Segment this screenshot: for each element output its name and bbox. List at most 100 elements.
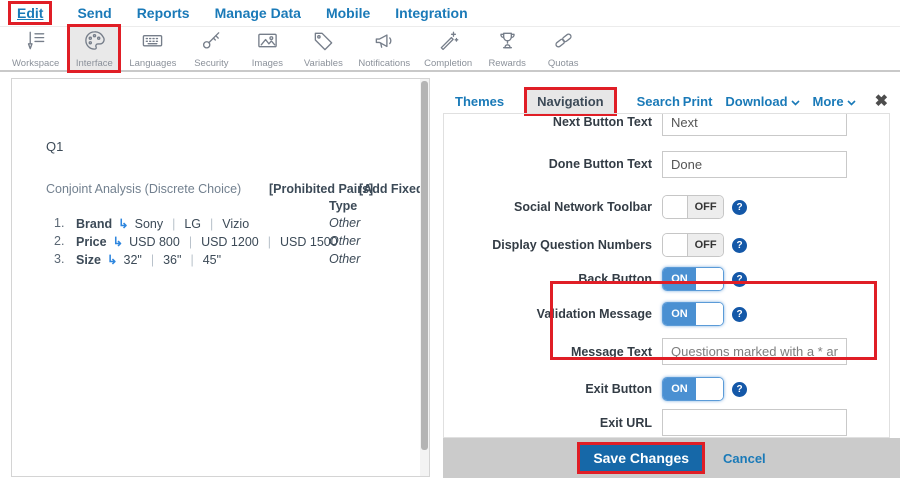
- magic-wand-icon: [437, 29, 460, 57]
- toolbar-label: Workspace: [12, 58, 59, 69]
- toolbar-label: Quotas: [548, 58, 579, 69]
- nav-item-edit[interactable]: Edit: [8, 1, 52, 25]
- tab-themes[interactable]: Themes: [455, 94, 504, 109]
- nav-item-mobile[interactable]: Mobile: [326, 5, 370, 21]
- attribute-number: 3.: [54, 252, 64, 266]
- attribute-number: 1.: [54, 216, 64, 230]
- level-arrow-icon: ↳: [107, 252, 117, 267]
- form-footer-bar: Save Changes Cancel: [443, 438, 900, 478]
- field-label: Display Question Numbers: [444, 238, 662, 252]
- field-label: Message Text: [444, 345, 662, 359]
- form-row-back-button: Back Button ON ?: [444, 266, 889, 292]
- prohibited-pairs-link[interactable]: [Prohibited Pairs]: [269, 182, 373, 196]
- print-link[interactable]: Print: [683, 94, 713, 109]
- preview-scrollbar[interactable]: [420, 79, 429, 476]
- help-icon[interactable]: ?: [732, 382, 747, 397]
- toolbar-item-quotas[interactable]: Quotas: [536, 24, 590, 73]
- tab-navigation[interactable]: Navigation: [524, 87, 616, 116]
- toolbar-label: Languages: [129, 58, 176, 69]
- toolbar-item-rewards[interactable]: Rewards: [480, 24, 534, 73]
- nav-item-integration[interactable]: Integration: [395, 5, 467, 21]
- attribute-type: Other: [329, 234, 360, 248]
- attribute-level: LG: [184, 217, 201, 231]
- help-icon[interactable]: ?: [732, 272, 747, 287]
- next-button-text-input[interactable]: [662, 113, 847, 136]
- toolbar-label: Variables: [304, 58, 343, 69]
- toolbar-item-completion[interactable]: Completion: [418, 24, 478, 73]
- save-changes-button[interactable]: Save Changes: [577, 442, 705, 474]
- settings-tab-row: Themes Navigation Search Print Download …: [433, 86, 900, 116]
- chain-links-icon: [552, 29, 575, 57]
- cancel-link[interactable]: Cancel: [723, 451, 766, 466]
- form-row-validation-message: Validation Message ON ?: [444, 301, 889, 327]
- keyboard-icon: [141, 29, 164, 57]
- exit-button-toggle[interactable]: ON: [662, 377, 724, 401]
- field-label: Back Button: [444, 272, 662, 286]
- attribute-level: USD 1200: [201, 235, 259, 249]
- navigation-settings-form: Next Button Text Done Button Text Social…: [443, 113, 890, 438]
- attribute-name-link[interactable]: Price: [76, 235, 107, 249]
- toolbar-label: Rewards: [488, 58, 526, 69]
- download-link[interactable]: Download: [725, 94, 799, 109]
- edit-toolbar: Workspace Interface Languages Security I…: [0, 27, 900, 72]
- attribute-level: 36": [163, 253, 181, 267]
- attribute-level: 32": [124, 253, 142, 267]
- nav-item-manage-data[interactable]: Manage Data: [215, 5, 301, 21]
- toolbar-item-images[interactable]: Images: [240, 24, 294, 73]
- interface-settings-panel: Themes Navigation Search Print Download …: [433, 78, 900, 484]
- back-button-toggle[interactable]: ON: [662, 267, 724, 291]
- toolbar-item-notifications[interactable]: Notifications: [352, 24, 416, 73]
- pen-list-icon: [24, 29, 47, 57]
- field-label: Exit URL: [444, 416, 662, 430]
- attribute-row-size: 3. Size ↳ 32" | 36" | 45" Other: [12, 252, 430, 268]
- scrollbar-thumb[interactable]: [421, 81, 428, 450]
- help-icon[interactable]: ?: [732, 238, 747, 253]
- form-row-message-text: Message Text: [444, 337, 889, 366]
- field-label: Done Button Text: [444, 157, 662, 171]
- toolbar-label: Completion: [424, 58, 472, 69]
- help-icon[interactable]: ?: [732, 307, 747, 322]
- level-separator: |: [169, 217, 178, 231]
- top-nav: Edit Send Reports Manage Data Mobile Int…: [0, 0, 900, 27]
- level-separator: |: [207, 217, 216, 231]
- type-column-header: Type: [329, 199, 357, 213]
- toolbar-item-variables[interactable]: Variables: [296, 24, 350, 73]
- image-icon: [256, 29, 279, 57]
- nav-item-send[interactable]: Send: [77, 5, 111, 21]
- form-row-display-question-numbers: Display Question Numbers OFF ?: [444, 232, 889, 258]
- toolbar-item-interface[interactable]: Interface: [67, 24, 121, 73]
- form-row-social-network-toolbar: Social Network Toolbar OFF ?: [444, 194, 889, 220]
- toolbar-item-security[interactable]: Security: [184, 24, 238, 73]
- question-type-label: Conjoint Analysis (Discrete Choice): [46, 182, 241, 196]
- chevron-down-icon: [791, 94, 800, 109]
- toolbar-item-workspace[interactable]: Workspace: [6, 24, 65, 73]
- social-network-toolbar-toggle[interactable]: OFF: [662, 195, 724, 219]
- attribute-type: Other: [329, 252, 360, 266]
- toolbar-label: Interface: [76, 58, 113, 69]
- display-question-numbers-toggle[interactable]: OFF: [662, 233, 724, 257]
- attribute-name-link[interactable]: Brand: [76, 217, 112, 231]
- field-label: Social Network Toolbar: [444, 200, 662, 214]
- attribute-level: Sony: [135, 217, 164, 231]
- attribute-name-link[interactable]: Size: [76, 253, 101, 267]
- survey-preview-panel: Q1 Conjoint Analysis (Discrete Choice) […: [11, 78, 430, 477]
- done-button-text-input[interactable]: [662, 151, 847, 178]
- toolbar-item-languages[interactable]: Languages: [123, 24, 182, 73]
- close-icon[interactable]: ✖: [875, 91, 888, 111]
- attribute-type: Other: [329, 216, 360, 230]
- level-separator: |: [265, 235, 274, 249]
- more-link[interactable]: More: [813, 94, 856, 109]
- question-id: Q1: [46, 139, 63, 154]
- field-label: Validation Message: [444, 307, 662, 321]
- help-icon[interactable]: ?: [732, 200, 747, 215]
- attribute-row-price: 2. Price ↳ USD 800 | USD 1200 | USD 1500…: [12, 234, 430, 250]
- level-separator: |: [186, 235, 195, 249]
- validation-message-toggle[interactable]: ON: [662, 302, 724, 326]
- attribute-level: USD 800: [129, 235, 180, 249]
- exit-url-input[interactable]: [662, 409, 847, 436]
- message-text-input[interactable]: [662, 338, 847, 365]
- tab-search[interactable]: Search: [637, 94, 680, 109]
- toolbar-label: Images: [252, 58, 283, 69]
- palette-icon: [83, 29, 106, 57]
- nav-item-reports[interactable]: Reports: [137, 5, 190, 21]
